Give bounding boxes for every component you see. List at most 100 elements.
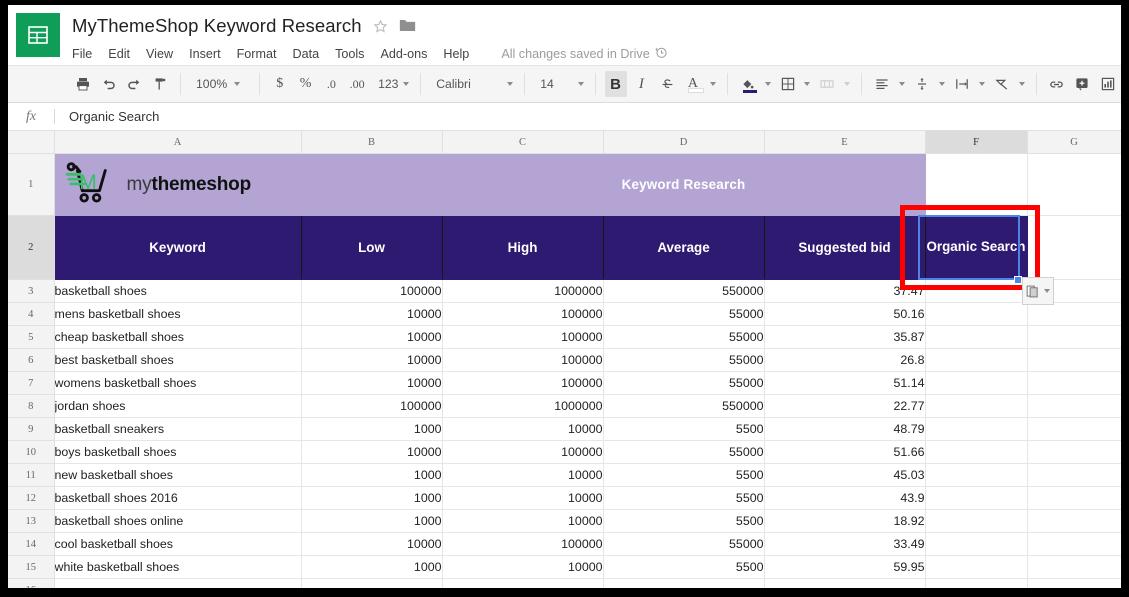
- cell-average[interactable]: 55000: [602, 440, 765, 464]
- column-header-b[interactable]: B: [300, 131, 443, 154]
- save-status[interactable]: All changes saved in Drive: [501, 46, 667, 62]
- column-header-d[interactable]: D: [602, 131, 765, 154]
- cell-high[interactable]: 100000: [441, 532, 604, 556]
- cell-average[interactable]: 55000: [602, 302, 765, 326]
- cell-organic-search[interactable]: [924, 578, 1028, 588]
- row-header-15[interactable]: 15: [8, 555, 55, 579]
- cell-keyword[interactable]: basketball shoes 2016: [53, 486, 302, 510]
- cell-low[interactable]: 100000: [300, 394, 443, 418]
- row-header-2[interactable]: 2: [8, 215, 55, 280]
- text-rotation-icon[interactable]: [991, 71, 1013, 97]
- row-header-14[interactable]: 14: [8, 532, 55, 556]
- font-family-select[interactable]: Calibri: [428, 71, 517, 97]
- cell-low[interactable]: 1000: [300, 463, 443, 487]
- cell-keyword[interactable]: new basketball shoes: [53, 463, 302, 487]
- formula-input[interactable]: Organic Search: [55, 109, 159, 124]
- cell-suggested-bid[interactable]: 43.9: [763, 486, 926, 510]
- cell-average[interactable]: 550000: [602, 279, 765, 303]
- cell-organic-search[interactable]: [924, 509, 1028, 533]
- cell-average[interactable]: 5500: [602, 463, 765, 487]
- row-header-12[interactable]: 12: [8, 486, 55, 510]
- zoom-select[interactable]: 100%: [188, 71, 252, 97]
- cell-high[interactable]: 100000: [441, 302, 604, 326]
- menu-item-addons[interactable]: Add-ons: [380, 47, 427, 61]
- cell-organic-search[interactable]: [924, 371, 1028, 395]
- cell-suggested-bid[interactable]: 33.49: [763, 532, 926, 556]
- paint-format-icon[interactable]: [149, 71, 171, 97]
- cell-high[interactable]: 100000: [441, 371, 604, 395]
- cell-high[interactable]: 10000: [441, 555, 604, 579]
- cell-high[interactable]: 1000000: [441, 394, 604, 418]
- row-header-8[interactable]: 8: [8, 394, 55, 418]
- cell-low[interactable]: 10000: [300, 302, 443, 326]
- strikethrough-icon[interactable]: [656, 71, 678, 97]
- horizontal-align-dropdown[interactable]: [897, 71, 907, 97]
- row-header-1[interactable]: 1: [8, 153, 55, 216]
- cell-keyword-research-banner[interactable]: Keyword Research: [441, 153, 926, 216]
- cell-header-average[interactable]: Average: [602, 215, 765, 280]
- cell-g[interactable]: [1026, 486, 1121, 510]
- cell-suggested-bid[interactable]: 37.47: [763, 279, 926, 303]
- cell-g[interactable]: [1026, 555, 1121, 579]
- cell-low[interactable]: 1000: [300, 486, 443, 510]
- cell-g2[interactable]: [1026, 215, 1121, 280]
- cell-low[interactable]: 1000: [300, 509, 443, 533]
- cell-organic-search[interactable]: [924, 486, 1028, 510]
- cell-g[interactable]: [1026, 440, 1121, 464]
- print-icon[interactable]: [72, 71, 94, 97]
- vertical-align-dropdown[interactable]: [937, 71, 947, 97]
- cell-suggested-bid[interactable]: 26.8: [763, 348, 926, 372]
- cell-keyword[interactable]: basketball shoes: [53, 279, 302, 303]
- menu-item-tools[interactable]: Tools: [335, 47, 364, 61]
- cell-organic-search[interactable]: [924, 440, 1028, 464]
- cell-organic-search[interactable]: [924, 532, 1028, 556]
- cell-suggested-bid[interactable]: 18.92: [763, 509, 926, 533]
- menu-item-help[interactable]: Help: [443, 47, 469, 61]
- cell-suggested-bid[interactable]: 59.95: [763, 555, 926, 579]
- cell-g[interactable]: [1026, 325, 1121, 349]
- cell-g1[interactable]: [1026, 153, 1121, 216]
- cell-high[interactable]: 100000: [441, 440, 604, 464]
- menu-item-edit[interactable]: Edit: [108, 47, 130, 61]
- cell-suggested-bid[interactable]: 51.66: [763, 440, 926, 464]
- selection-fill-handle[interactable]: [1014, 276, 1022, 284]
- column-header-a[interactable]: A: [53, 131, 302, 154]
- cell-high[interactable]: 10000: [441, 463, 604, 487]
- cell-g[interactable]: [1026, 348, 1121, 372]
- cell-average[interactable]: 5500: [602, 417, 765, 441]
- merge-cells-icon[interactable]: [817, 71, 839, 97]
- menu-item-view[interactable]: View: [146, 47, 173, 61]
- cell-high[interactable]: 10000: [441, 509, 604, 533]
- star-outline-icon[interactable]: [372, 18, 389, 35]
- menu-item-insert[interactable]: Insert: [189, 47, 221, 61]
- column-header-g[interactable]: G: [1026, 131, 1121, 154]
- cell-keyword[interactable]: basketball shoes online: [53, 509, 302, 533]
- vertical-align-icon[interactable]: [911, 71, 933, 97]
- borders-dropdown[interactable]: [802, 71, 812, 97]
- cell-average[interactable]: 5500: [602, 486, 765, 510]
- cell-g[interactable]: [1026, 463, 1121, 487]
- cell-average[interactable]: 55000: [602, 371, 765, 395]
- row-header-11[interactable]: 11: [8, 463, 55, 487]
- cell-organic-search[interactable]: [924, 348, 1028, 372]
- cell-high[interactable]: 10000: [441, 417, 604, 441]
- decrease-decimal-button[interactable]: .0: [320, 71, 342, 97]
- row-header-13[interactable]: 13: [8, 509, 55, 533]
- cell-g[interactable]: [1026, 578, 1121, 588]
- cell-low[interactable]: 1000: [300, 417, 443, 441]
- cell-average[interactable]: 55000: [602, 532, 765, 556]
- cell-suggested-bid[interactable]: 50.16: [763, 302, 926, 326]
- cell-suggested-bid[interactable]: 51.14: [763, 371, 926, 395]
- row-header-10[interactable]: 10: [8, 440, 55, 464]
- function-icon[interactable]: fx: [8, 109, 54, 125]
- borders-icon[interactable]: [777, 71, 799, 97]
- cell-keyword[interactable]: cheap basketball shoes: [53, 325, 302, 349]
- cell-high[interactable]: 100000: [441, 325, 604, 349]
- folder-icon[interactable]: [399, 18, 416, 35]
- cell-low[interactable]: 1000: [300, 555, 443, 579]
- formula-bar[interactable]: fx Organic Search: [8, 103, 1121, 131]
- cell-header-organic-search[interactable]: Organic Search: [924, 215, 1028, 280]
- cell-keyword[interactable]: mens basketball shoes: [53, 302, 302, 326]
- cell-high[interactable]: 10000: [441, 486, 604, 510]
- cell-keyword[interactable]: womens basketball shoes: [53, 371, 302, 395]
